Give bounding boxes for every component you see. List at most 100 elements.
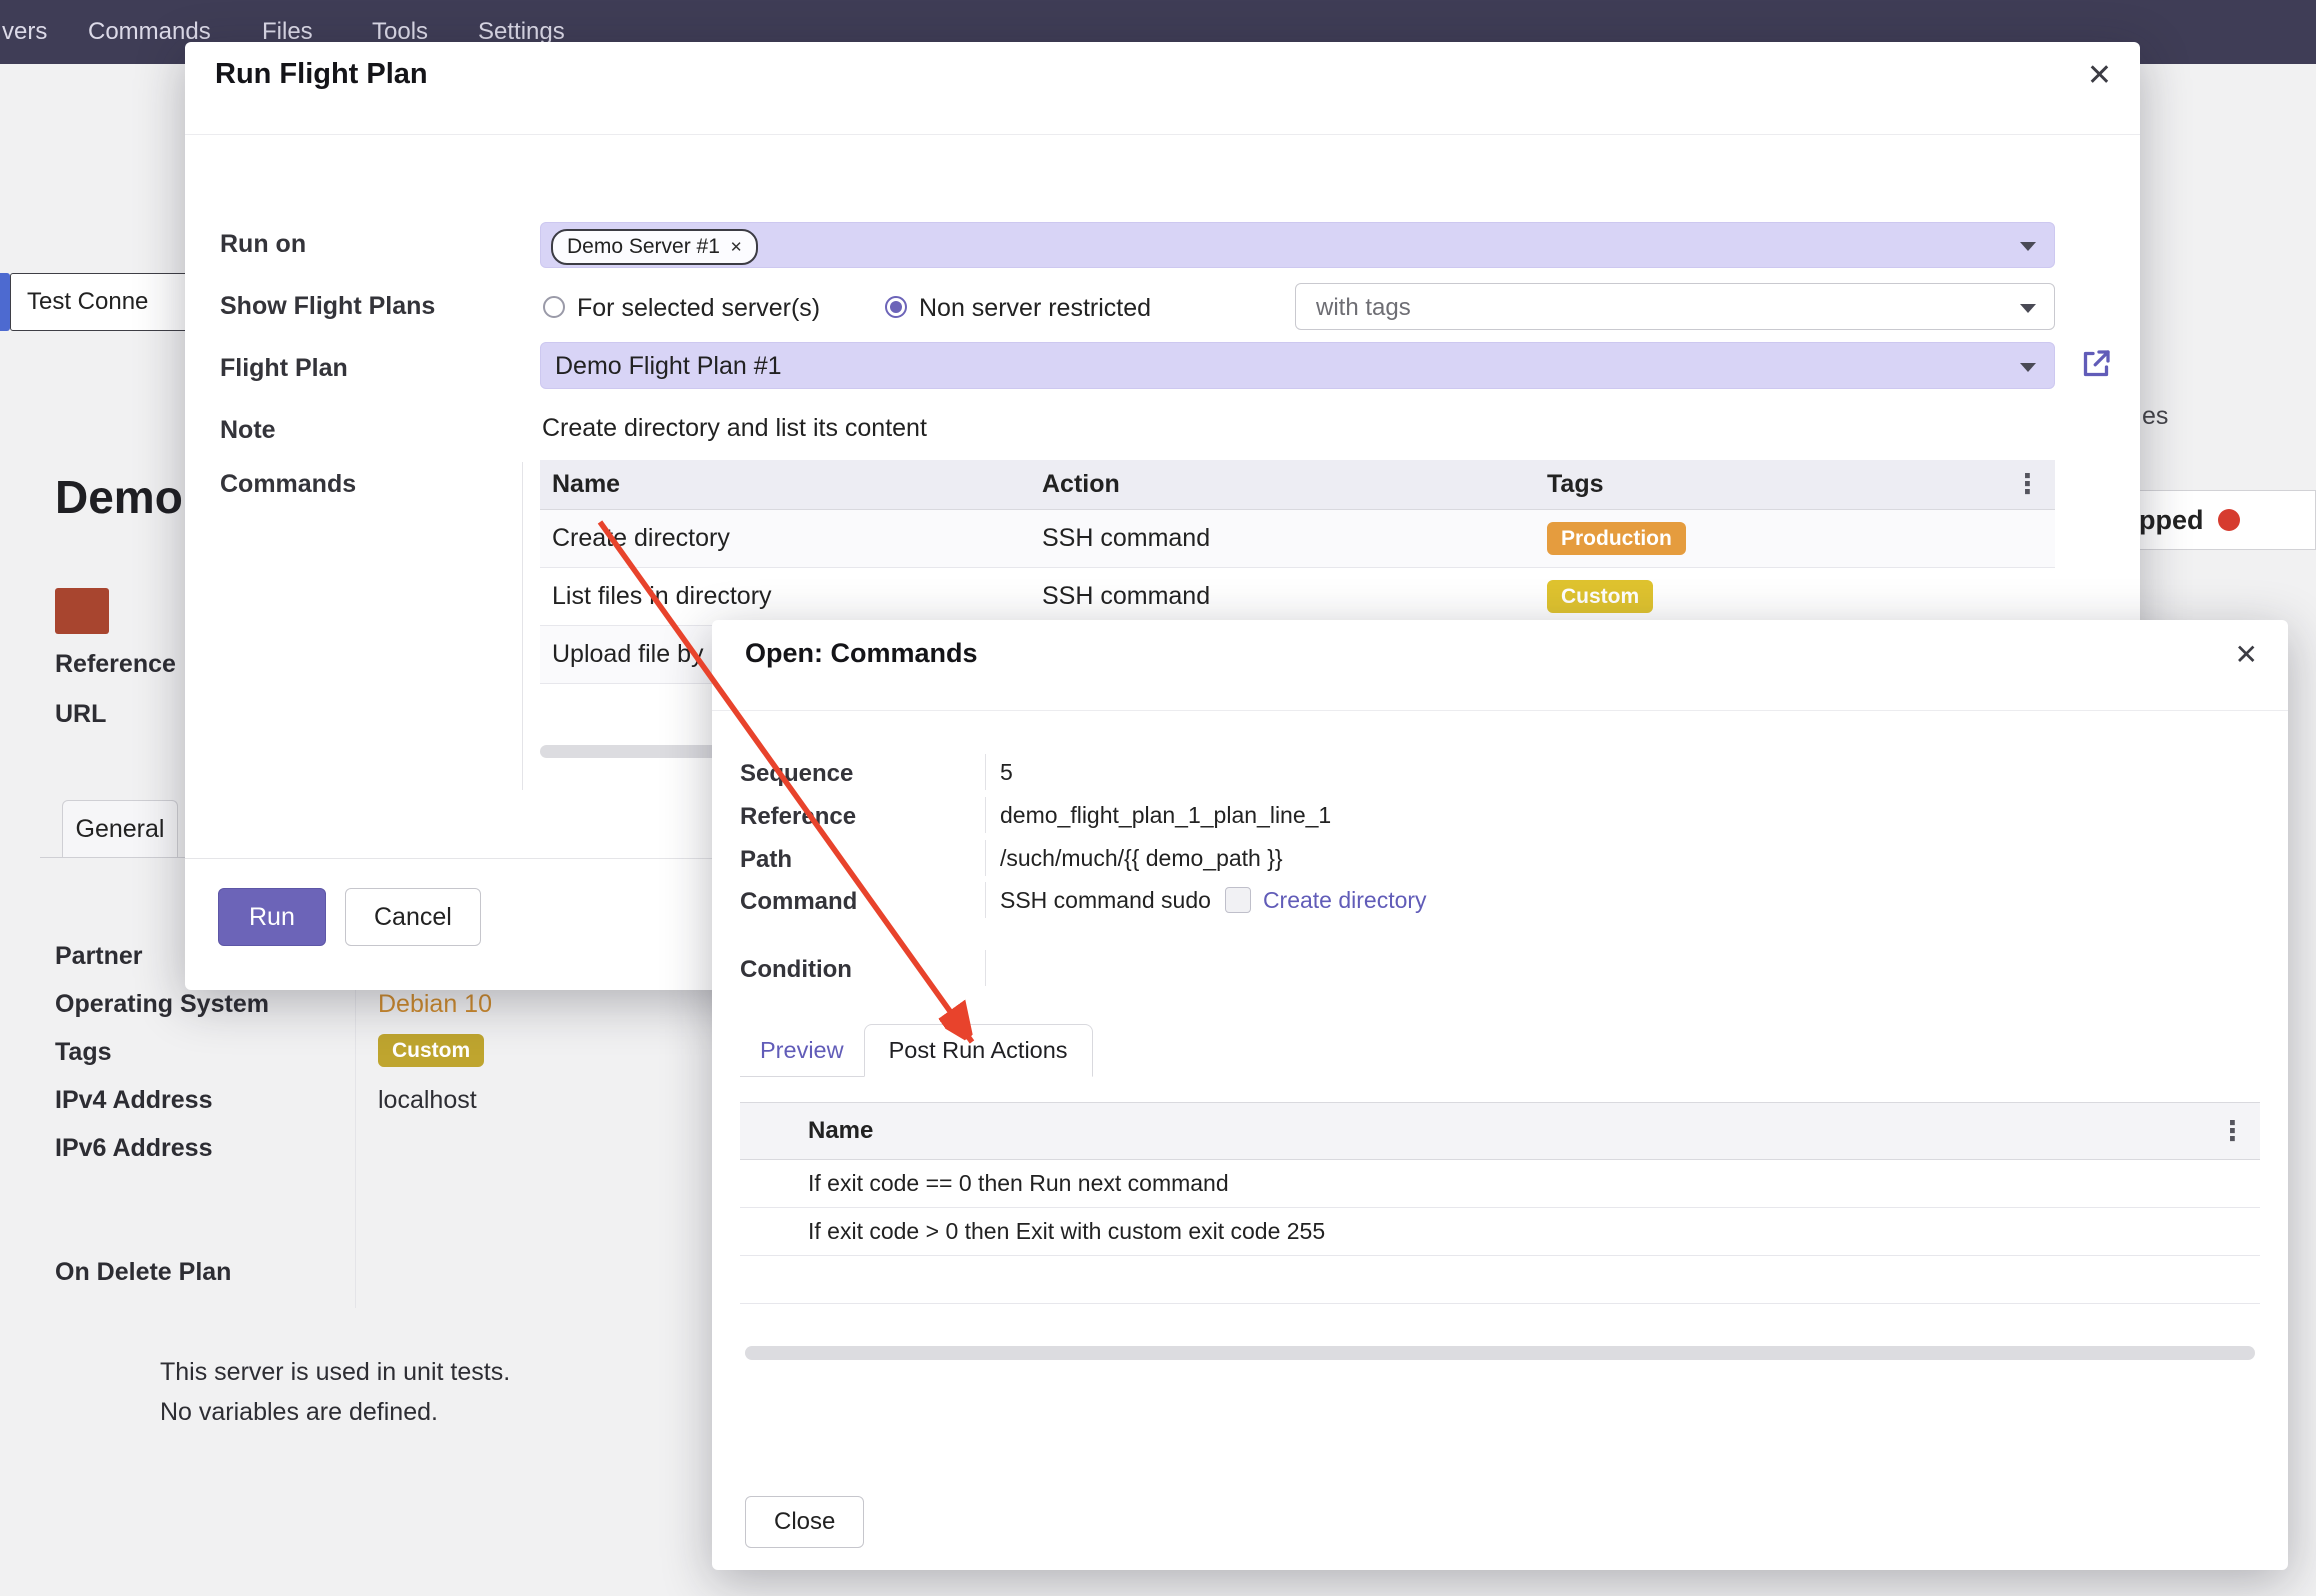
test-connection-label: Test Conne bbox=[27, 288, 148, 316]
create-directory-checkbox[interactable] bbox=[1225, 887, 1251, 913]
dialog-title: Run Flight Plan bbox=[215, 58, 428, 91]
path-value-cell: /such/much/{{ demo_path }} bbox=[985, 840, 1700, 876]
unit-test-note: This server is used in unit tests. bbox=[160, 1358, 510, 1387]
column-header-tags[interactable]: Tags bbox=[1535, 470, 2014, 499]
on-delete-plan-field-label: On Delete Plan bbox=[55, 1258, 231, 1287]
chip-remove-icon[interactable]: ✕ bbox=[730, 238, 743, 256]
radio-for-selected-servers-label[interactable]: For selected server(s) bbox=[577, 294, 820, 323]
command-label: Command bbox=[740, 888, 857, 916]
note-value: Create directory and list its content bbox=[542, 414, 927, 443]
color-swatch[interactable] bbox=[55, 588, 109, 634]
path-value: /such/much/{{ demo_path }} bbox=[1000, 845, 1283, 872]
create-directory-link[interactable]: Create directory bbox=[1263, 887, 1427, 914]
clipped-primary-button[interactable] bbox=[0, 273, 10, 331]
tags-field-label: Tags bbox=[55, 1038, 112, 1067]
row-action: SSH command bbox=[1030, 524, 1535, 553]
sequence-label: Sequence bbox=[740, 760, 853, 788]
right-clipped-text: es bbox=[2142, 402, 2168, 431]
run-on-select[interactable]: Demo Server #1 ✕ bbox=[540, 222, 2055, 268]
condition-value-cell bbox=[985, 950, 1400, 986]
reference-label: Reference bbox=[740, 803, 856, 831]
tag-badge-custom: Custom bbox=[1547, 580, 1653, 613]
condition-label: Condition bbox=[740, 956, 852, 984]
flight-plan-select[interactable]: Demo Flight Plan #1 bbox=[540, 342, 2055, 389]
cancel-button[interactable]: Cancel bbox=[345, 888, 481, 946]
tab-post-run-actions[interactable]: Post Run Actions bbox=[864, 1024, 1093, 1077]
external-link-icon[interactable] bbox=[2078, 346, 2114, 382]
dropdown-caret-icon bbox=[2020, 363, 2036, 372]
sequence-value: 5 bbox=[1000, 759, 1013, 786]
commands-label: Commands bbox=[220, 470, 356, 499]
radio-non-server-restricted-label[interactable]: Non server restricted bbox=[919, 294, 1151, 323]
command-value: SSH command sudo bbox=[1000, 887, 1211, 914]
reference-value: demo_flight_plan_1_plan_line_1 bbox=[1000, 802, 1331, 829]
column-header-name[interactable]: Name bbox=[540, 470, 1030, 499]
sequence-value-cell: 5 bbox=[985, 754, 1600, 790]
tag-badge-custom: Custom bbox=[378, 1034, 484, 1067]
status-clipped-label: pped bbox=[2139, 505, 2204, 536]
tab-general-label: General bbox=[76, 815, 165, 844]
close-icon[interactable]: ✕ bbox=[2087, 58, 2112, 93]
run-on-label: Run on bbox=[220, 230, 306, 259]
command-value-cell: SSH command sudo Create directory bbox=[985, 882, 1900, 918]
table-row[interactable]: If exit code > 0 then Exit with custom e… bbox=[740, 1208, 2260, 1256]
field-column-divider bbox=[522, 462, 523, 790]
operating-system-field-label: Operating System bbox=[55, 990, 269, 1019]
path-label: Path bbox=[740, 846, 792, 874]
note-label: Note bbox=[220, 416, 276, 445]
row-name: Create directory bbox=[540, 524, 1030, 553]
dialog-header-divider bbox=[185, 134, 2140, 135]
tab-preview[interactable]: Preview bbox=[740, 1025, 864, 1076]
commands-table-header: Name Action Tags ⋮ bbox=[540, 460, 2055, 510]
radio-non-server-restricted[interactable] bbox=[885, 296, 907, 318]
form-column-divider bbox=[355, 940, 356, 1308]
test-connection-button[interactable]: Test Conne bbox=[10, 273, 190, 331]
ipv6-field-label: IPv6 Address bbox=[55, 1134, 212, 1163]
reference-value-cell: demo_flight_plan_1_plan_line_1 bbox=[985, 797, 1700, 833]
with-tags-select[interactable]: with tags bbox=[1295, 283, 2055, 330]
nav-item-servers-clipped[interactable]: vers bbox=[2, 0, 47, 64]
horizontal-scrollbar[interactable] bbox=[745, 1346, 2255, 1360]
post-run-table-header: Name ⋮ bbox=[740, 1102, 2260, 1160]
close-button[interactable]: Close bbox=[745, 1496, 864, 1548]
variables-note: No variables are defined. bbox=[160, 1398, 438, 1427]
tag-badge-production: Production bbox=[1547, 522, 1686, 555]
url-field-label: URL bbox=[55, 700, 106, 729]
ipv4-field-label: IPv4 Address bbox=[55, 1086, 212, 1115]
operating-system-value-link[interactable]: Debian 10 bbox=[378, 990, 492, 1019]
post-run-actions-table: Name ⋮ If exit code == 0 then Run next c… bbox=[740, 1102, 2260, 1304]
with-tags-placeholder: with tags bbox=[1316, 294, 1411, 322]
notebook-border bbox=[40, 857, 186, 858]
table-row[interactable]: List files in directory SSH command Cust… bbox=[540, 568, 2055, 626]
table-row[interactable]: If exit code == 0 then Run next command bbox=[740, 1160, 2260, 1208]
dialog-title: Open: Commands bbox=[745, 638, 978, 669]
radio-for-selected-servers[interactable] bbox=[543, 296, 565, 318]
show-flight-plans-label: Show Flight Plans bbox=[220, 292, 435, 321]
column-header-action[interactable]: Action bbox=[1030, 470, 1535, 499]
tab-general[interactable]: General bbox=[62, 800, 178, 858]
status-red-dot-icon bbox=[2218, 509, 2240, 531]
ipv4-value: localhost bbox=[378, 1086, 477, 1115]
reference-field-label: Reference bbox=[55, 650, 176, 679]
flight-plan-value: Demo Flight Plan #1 bbox=[555, 352, 782, 381]
close-icon[interactable]: ✕ bbox=[2235, 638, 2258, 671]
row-name: If exit code > 0 then Exit with custom e… bbox=[796, 1218, 2260, 1245]
application-window: vers Commands Files Tools Settings Test … bbox=[0, 0, 2316, 1596]
row-action: SSH command bbox=[1030, 582, 1535, 611]
dialog-header-divider bbox=[712, 710, 2288, 711]
open-commands-dialog: Open: Commands ✕ Sequence 5 Reference de… bbox=[712, 620, 2288, 1570]
row-name: List files in directory bbox=[540, 582, 1030, 611]
column-options-icon[interactable]: ⋮ bbox=[2014, 469, 2055, 500]
column-header-name[interactable]: Name bbox=[796, 1117, 2219, 1145]
notebook-tabs: Preview Post Run Actions bbox=[740, 1024, 1093, 1077]
row-name: If exit code == 0 then Run next command bbox=[796, 1170, 2260, 1197]
dropdown-caret-icon bbox=[2020, 304, 2036, 313]
server-chip[interactable]: Demo Server #1 ✕ bbox=[551, 229, 758, 265]
table-row[interactable]: Create directory SSH command Production bbox=[540, 510, 2055, 568]
partner-field-label: Partner bbox=[55, 942, 143, 971]
record-title: Demo bbox=[55, 470, 183, 524]
empty-table-row bbox=[740, 1256, 2260, 1304]
column-options-icon[interactable]: ⋮ bbox=[2219, 1116, 2260, 1147]
run-button[interactable]: Run bbox=[218, 888, 326, 946]
dropdown-caret-icon bbox=[2020, 242, 2036, 251]
